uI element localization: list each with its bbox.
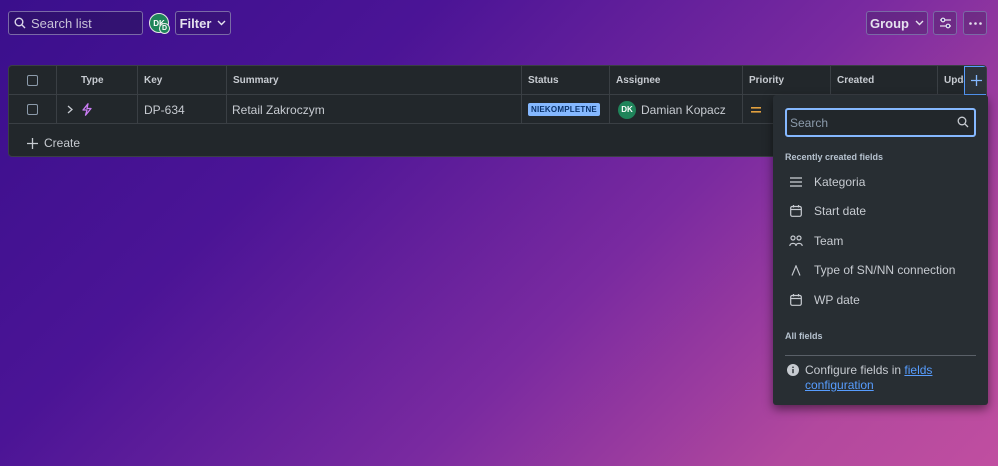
- recent-fields-header: Recently created fields: [785, 152, 884, 162]
- filter-button[interactable]: Filter: [175, 11, 231, 35]
- summary-cell[interactable]: Retail Zakroczym: [227, 95, 522, 124]
- column-header-type[interactable]: Type: [57, 66, 138, 95]
- configure-fields-text: Configure fields in: [805, 363, 902, 377]
- field-item-type-of-sn-nn-connection[interactable]: Type of SN/NN connection: [785, 259, 976, 281]
- table-header: Type Key Summary Status Assignee Priorit…: [9, 66, 986, 95]
- chevron-right-icon[interactable]: [67, 105, 73, 114]
- column-header-summary[interactable]: Summary: [227, 66, 522, 95]
- sliders-icon: [939, 17, 951, 29]
- toolbar: Search list DK D Filter Group: [8, 11, 987, 35]
- more-options-button[interactable]: [963, 11, 987, 35]
- avatar-badge: D: [159, 23, 170, 34]
- more-horizontal-icon: [968, 21, 982, 25]
- lightning-icon: [82, 103, 92, 116]
- view-settings-button[interactable]: [933, 11, 957, 35]
- search-list-placeholder: Search list: [31, 15, 92, 31]
- field-item-kategoria[interactable]: Kategoria: [785, 171, 976, 193]
- assignee-avatar: DK: [618, 100, 636, 119]
- column-header-assignee[interactable]: Assignee: [610, 66, 743, 95]
- status-badge: NIEKOMPLETNE: [528, 103, 600, 116]
- search-icon: [14, 17, 26, 29]
- add-field-dropdown: Recently created fields Kategoria Start …: [773, 95, 988, 405]
- priority-medium-icon: [751, 106, 761, 113]
- key-cell[interactable]: DP-634: [138, 95, 227, 124]
- field-item-label: Type of SN/NN connection: [814, 263, 956, 277]
- column-header-priority[interactable]: Priority: [743, 66, 831, 95]
- field-item-wp-date[interactable]: WP date: [785, 289, 976, 311]
- people-icon: [789, 235, 803, 247]
- row-checkbox[interactable]: [27, 104, 38, 115]
- type-cell: [57, 95, 138, 124]
- group-label: Group: [870, 15, 909, 31]
- field-item-start-date[interactable]: Start date: [785, 200, 976, 222]
- select-all-checkbox[interactable]: [27, 75, 38, 86]
- add-column-button[interactable]: [964, 66, 986, 95]
- info-icon: [787, 364, 799, 376]
- avatar[interactable]: DK D: [149, 13, 171, 35]
- plus-icon: [27, 137, 38, 149]
- field-item-team[interactable]: Team: [785, 230, 976, 252]
- field-item-label: WP date: [814, 293, 860, 307]
- chevron-down-icon: [915, 20, 924, 26]
- text-icon: [791, 264, 801, 276]
- assignee-cell[interactable]: DK Damian Kopacz: [610, 95, 743, 124]
- create-label: Create: [44, 136, 81, 150]
- divider: [785, 355, 976, 356]
- field-item-label: Team: [814, 234, 844, 248]
- status-cell[interactable]: NIEKOMPLETNE: [522, 95, 610, 124]
- select-all-cell: [9, 66, 57, 95]
- search-icon: [957, 116, 969, 128]
- field-search: [785, 108, 976, 137]
- assignee-name: Damian Kopacz: [641, 102, 726, 117]
- all-fields-header: All fields: [785, 331, 823, 341]
- field-item-label: Start date: [814, 204, 867, 218]
- calendar-icon: [790, 205, 802, 217]
- configure-fields-info: Configure fields in fields configuration: [787, 363, 977, 393]
- field-item-label: Kategoria: [814, 175, 866, 189]
- plus-icon: [970, 75, 982, 86]
- calendar-icon: [790, 294, 802, 306]
- list-icon: [790, 177, 802, 187]
- field-search-input[interactable]: [790, 114, 950, 132]
- column-header-key[interactable]: Key: [138, 66, 227, 95]
- column-header-created[interactable]: Created: [831, 66, 938, 95]
- column-header-status[interactable]: Status: [522, 66, 610, 95]
- chevron-down-icon: [217, 20, 226, 26]
- create-button[interactable]: Create: [27, 136, 80, 150]
- group-button[interactable]: Group: [866, 11, 928, 35]
- search-list-input[interactable]: Search list: [8, 11, 143, 35]
- row-select-cell: [9, 95, 57, 124]
- filter-label: Filter: [179, 15, 212, 31]
